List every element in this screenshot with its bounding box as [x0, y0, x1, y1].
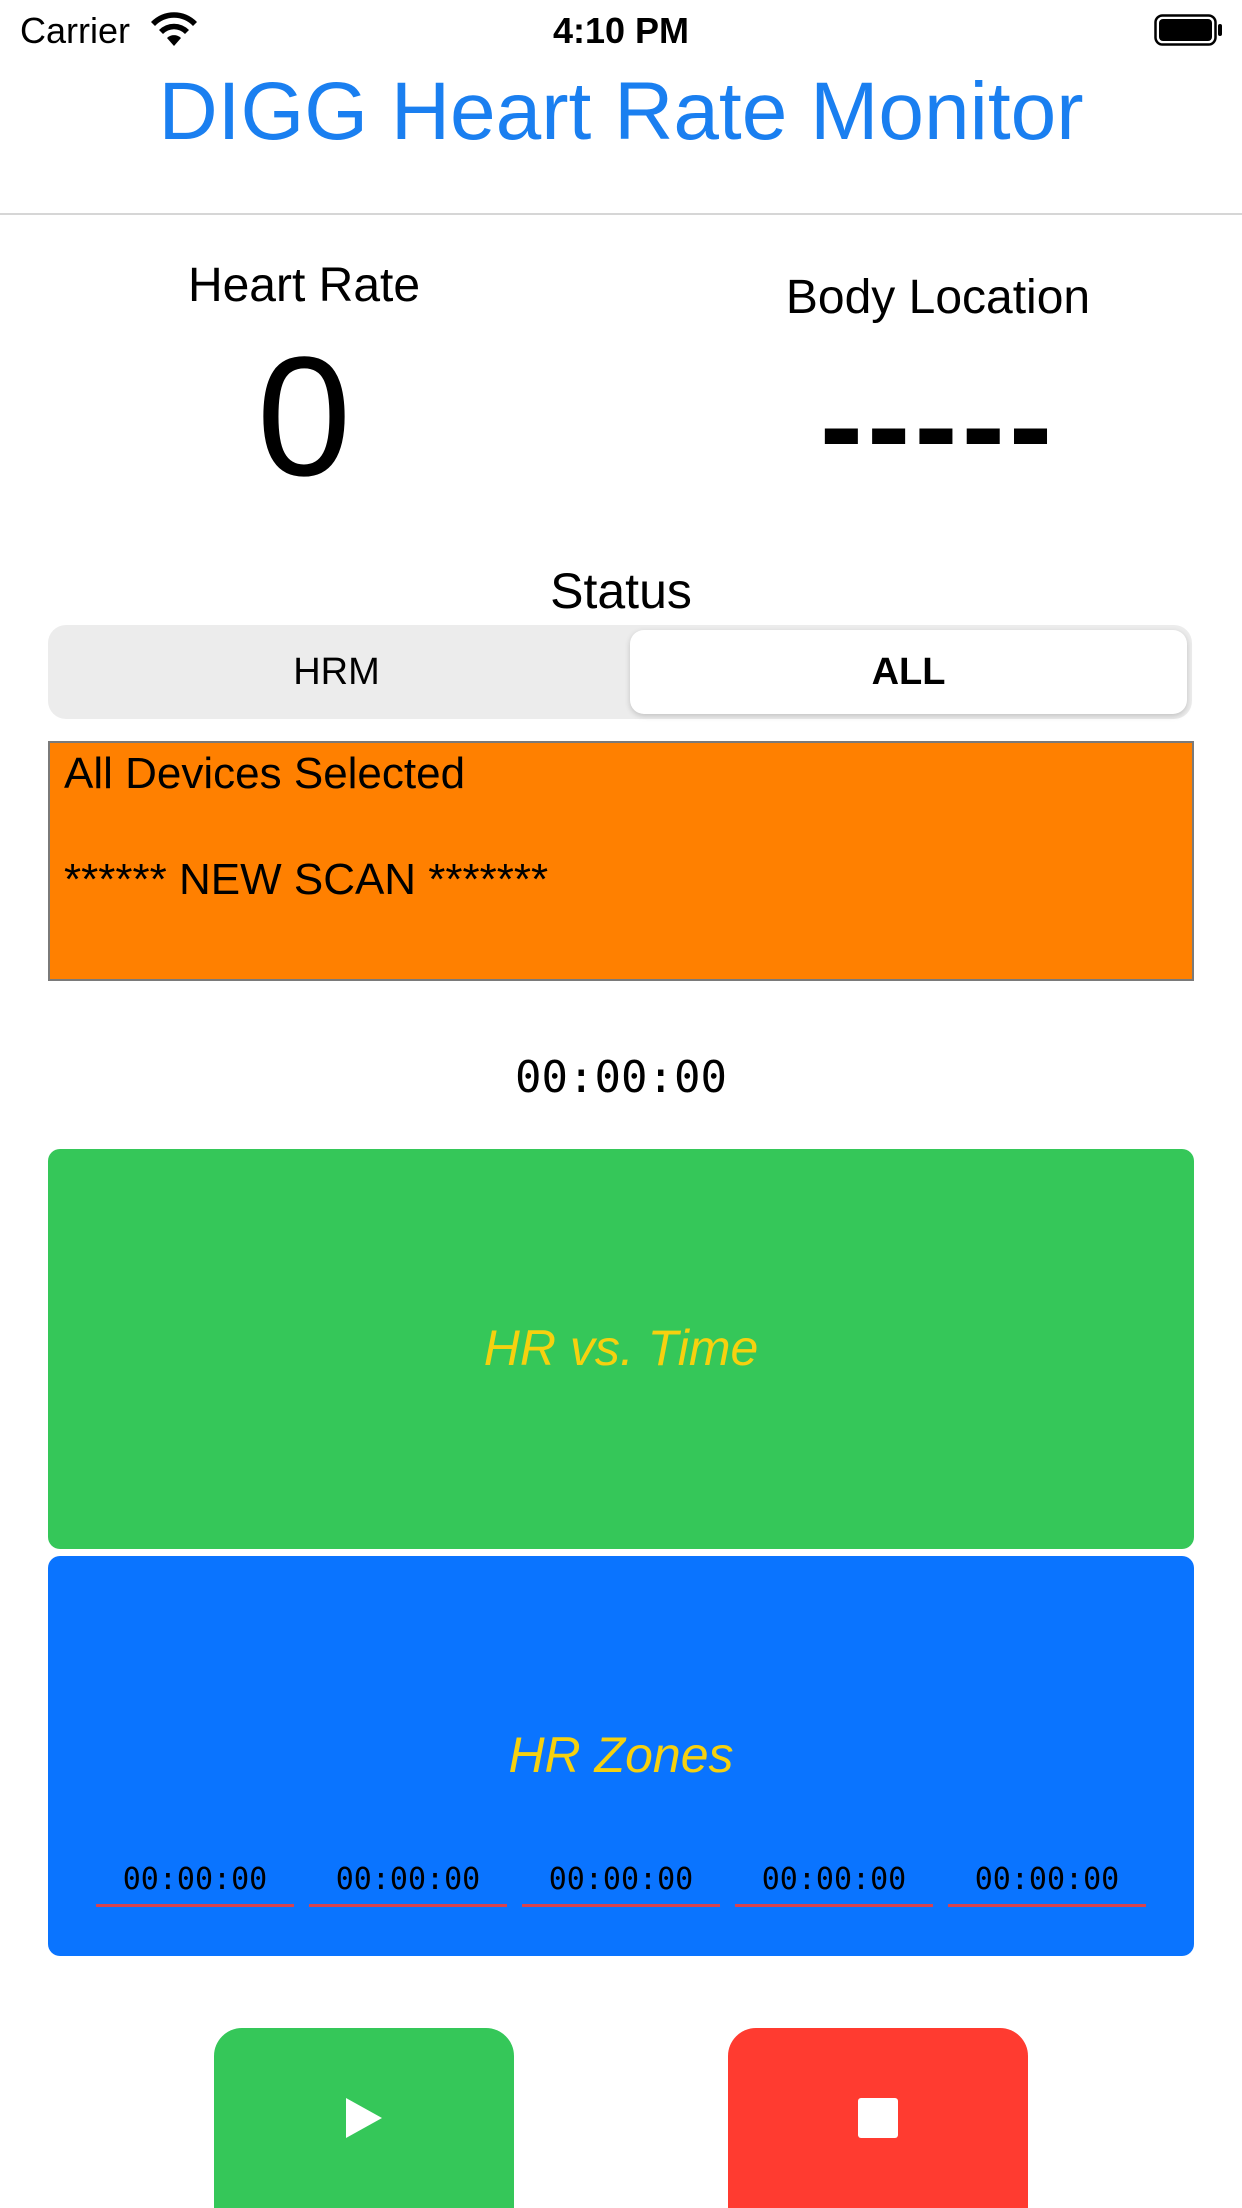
heart-rate-value: 0: [256, 322, 352, 512]
hr-zones-panel[interactable]: HR Zones 00:00:00 00:00:00 00:00:00 00:0…: [48, 1556, 1194, 1956]
body-location-label: Body Location: [785, 271, 1091, 324]
clock: 4:10 PM: [552, 10, 690, 51]
status-bar: Carrier 4:10 PM: [0, 0, 1242, 62]
segment-hrm[interactable]: HRM: [53, 630, 620, 714]
device-filter-segmented-control: HRM ALL: [48, 625, 1192, 719]
body-location-value: -----: [819, 352, 1057, 498]
hr-vs-time-title: HR vs. Time: [483, 1320, 759, 1376]
title-divider: [0, 213, 1242, 215]
heart-rate-label: Heart Rate: [187, 259, 421, 312]
status-label: Status: [550, 563, 692, 619]
app-title: DIGG Heart Rate Monitor: [158, 66, 1084, 157]
status-text-box[interactable]: All Devices Selected ****** NEW SCAN ***…: [48, 741, 1194, 981]
segment-all[interactable]: ALL: [630, 630, 1187, 714]
status-line: All Devices Selected: [64, 749, 466, 798]
play-button[interactable]: [214, 2028, 514, 2208]
zone-1-time: 00:00:00: [96, 1862, 294, 1907]
session-timer: 00:00:00: [515, 1052, 727, 1103]
hr-zones-title: HR Zones: [508, 1727, 734, 1783]
hr-vs-time-panel[interactable]: HR vs. Time: [48, 1149, 1194, 1549]
stop-icon: [858, 2098, 898, 2138]
stop-button[interactable]: [728, 2028, 1028, 2208]
play-icon: [346, 2098, 382, 2138]
battery-icon: [1154, 14, 1222, 46]
zone-2-time: 00:00:00: [309, 1862, 507, 1907]
zone-5-time: 00:00:00: [948, 1862, 1146, 1907]
status-line: ****** NEW SCAN *******: [64, 855, 549, 904]
zone-3-time: 00:00:00: [522, 1862, 720, 1907]
zone-4-time: 00:00:00: [735, 1862, 933, 1907]
